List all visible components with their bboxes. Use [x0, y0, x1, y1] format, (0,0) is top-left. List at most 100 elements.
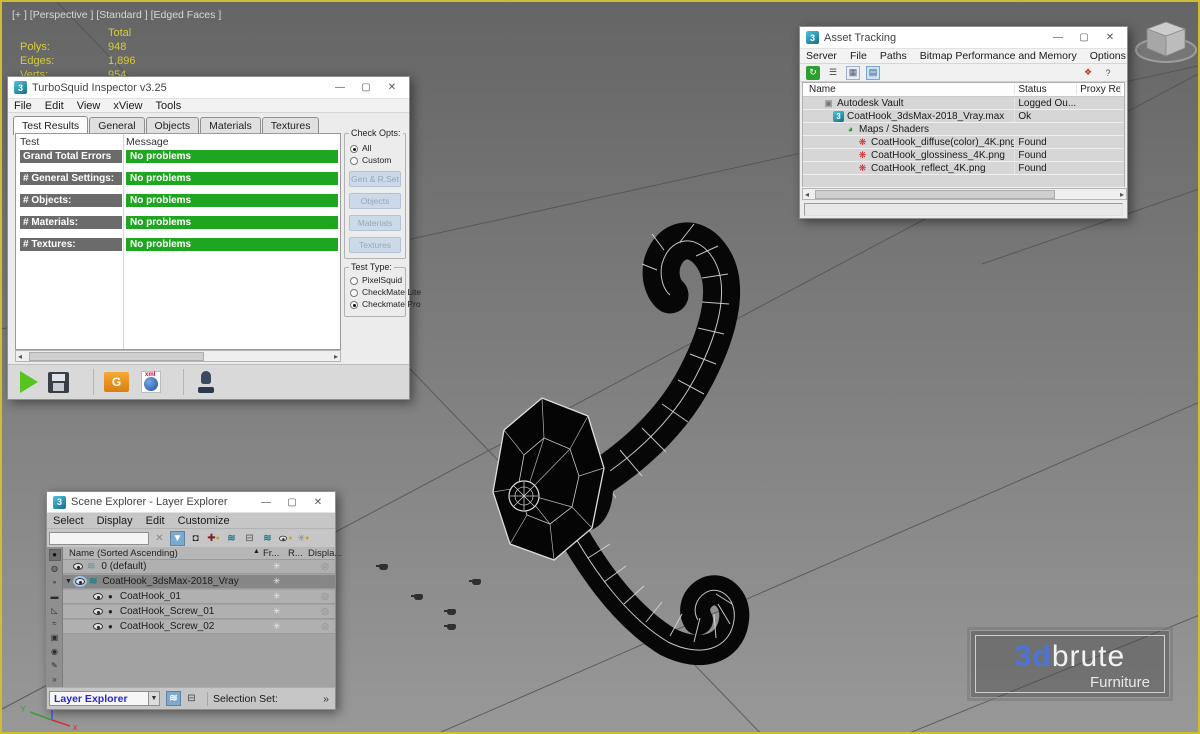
eye-icon[interactable] [93, 623, 103, 630]
menu-view[interactable]: View [77, 100, 101, 112]
table-row[interactable]: # General Settings: No problems [16, 172, 340, 185]
filter-lights-icon[interactable]: ⚬ [49, 577, 61, 589]
menu-select[interactable]: Select [53, 515, 84, 527]
radio-checkmate-pro[interactable]: Checkmate Pro [350, 299, 402, 309]
turbosquid-titlebar[interactable]: 3 TurboSquid Inspector v3.25 — ▢ ✕ [8, 77, 409, 99]
asset-tracking-titlebar[interactable]: 3 Asset Tracking — ▢ ✕ [800, 27, 1127, 49]
scrollbar-thumb[interactable] [815, 190, 1055, 199]
explorer-mode-combo[interactable]: Layer Explorer [49, 691, 149, 706]
textures-button[interactable]: Textures [349, 237, 401, 253]
scroll-right-icon[interactable]: ▸ [334, 352, 340, 361]
asset-row-bitmap[interactable]: ❋CoatHook_diffuse(color)_4K.png Found [803, 136, 1124, 149]
menu-file[interactable]: File [14, 100, 32, 112]
scene-explorer-window[interactable]: 3 Scene Explorer - Layer Explorer — ▢ ✕ … [46, 491, 336, 710]
hide-layer-icon[interactable]: ● [278, 531, 293, 546]
info-list-icon[interactable]: ☰ [826, 66, 840, 80]
turbosquid-inspector-window[interactable]: 3 TurboSquid Inspector v3.25 — ▢ ✕ File … [7, 76, 410, 400]
menu-tools[interactable]: Tools [156, 100, 182, 112]
object-row[interactable]: ● CoatHook_01 ✳ ◎ [63, 590, 335, 604]
column-header-frozen[interactable]: Fr... [263, 548, 279, 559]
radio-all[interactable]: All [350, 143, 402, 153]
column-header-name[interactable]: Name (Sorted Ascending) [69, 548, 178, 559]
filter-bones-icon[interactable]: ✎ [49, 659, 61, 671]
freeze-icon[interactable]: ✳ [273, 621, 281, 632]
asset-row-maxfile[interactable]: 3CoatHook_3dsMax-2018_Vray.max Ok [803, 110, 1124, 123]
table-row[interactable]: # Textures: No problems [16, 238, 340, 251]
render-teapot-icon[interactable] [447, 624, 456, 630]
column-header-name[interactable]: Name [803, 84, 1014, 95]
viewcube[interactable] [1128, 8, 1200, 72]
asset-row-vault[interactable]: ▣Autodesk Vault Logged Ou... [803, 97, 1124, 110]
menu-customize[interactable]: Customize [178, 515, 230, 527]
export-xml-icon[interactable]: xml [141, 371, 161, 393]
maximize-icon[interactable]: ▢ [1071, 28, 1097, 48]
asset-tracking-window[interactable]: 3 Asset Tracking — ▢ ✕ Server File Paths… [799, 26, 1128, 219]
menu-xview[interactable]: xView [113, 100, 142, 112]
checkmate-stamp-icon[interactable] [198, 371, 214, 393]
menu-edit[interactable]: Edit [146, 515, 165, 527]
layer-list-header[interactable]: Name (Sorted Ascending) ▲ Fr... R... Dis… [63, 547, 335, 560]
table-row[interactable]: # Materials: No problems [16, 216, 340, 229]
search-input[interactable] [49, 532, 149, 545]
render-teapot-icon[interactable] [414, 594, 423, 600]
hierarchy-mode-icon[interactable]: ⊟ [184, 691, 199, 706]
filter-containers-icon[interactable]: ◉ [49, 646, 61, 658]
eye-icon[interactable] [75, 578, 85, 585]
scroll-left-icon[interactable]: ◂ [16, 352, 22, 361]
clear-search-icon[interactable]: ✕ [152, 531, 167, 546]
gen-rset-button[interactable]: Gen & R.Set [349, 171, 401, 187]
minimize-icon[interactable]: — [253, 492, 279, 512]
menu-options[interactable]: Options [1090, 50, 1126, 62]
table-view-icon[interactable]: ▤ [866, 66, 880, 80]
menu-edit[interactable]: Edit [45, 100, 64, 112]
display-icon[interactable]: ◎ [321, 576, 329, 587]
viewport-label[interactable]: [+ ] [Perspective ] [Standard ] [Edged F… [12, 9, 221, 21]
filter-funnel-icon[interactable]: ▼ [170, 531, 185, 546]
layer-row-selected[interactable]: ▼ ≋ CoatHook_3dsMax-2018_Vray ✳ ◎ [63, 575, 335, 589]
render-teapot-icon[interactable] [472, 579, 481, 585]
column-header-render[interactable]: R... [288, 548, 303, 559]
column-header-proxy[interactable]: Proxy Reso... [1076, 84, 1120, 95]
filter-spacewarps-icon[interactable]: ≈ [49, 618, 61, 630]
freeze-icon[interactable]: ✳ [273, 576, 281, 587]
help-icon[interactable]: ? [1101, 66, 1115, 80]
table-row[interactable]: Grand Total Errors No problems [16, 150, 340, 163]
display-icon[interactable]: ◎ [321, 591, 329, 602]
run-tests-icon[interactable] [20, 371, 38, 393]
radio-checkmate-lite[interactable]: CheckMate Lite [350, 287, 402, 297]
column-header-status[interactable]: Status [1014, 84, 1076, 95]
filter-cameras-icon[interactable]: ▬ [49, 590, 61, 602]
render-teapot-icon[interactable] [379, 564, 388, 570]
render-teapot-icon[interactable] [447, 609, 456, 615]
combo-dropdown-icon[interactable]: ▼ [149, 691, 160, 706]
freeze-layer-icon[interactable]: ✳● [296, 531, 311, 546]
3dsmax-perspective-viewport[interactable]: [+ ] [Perspective ] [Standard ] [Edged F… [0, 0, 1200, 734]
filter-geometry-icon[interactable]: ● [49, 549, 61, 561]
add-to-layer-icon[interactable]: ≋ [224, 531, 239, 546]
column-header-p[interactable]: P [1120, 84, 1124, 95]
close-icon[interactable]: ✕ [305, 492, 331, 512]
rail-more-chevrons[interactable]: » [49, 673, 61, 685]
freeze-icon[interactable]: ✳ [273, 591, 281, 602]
menu-paths[interactable]: Paths [880, 50, 907, 62]
object-row[interactable]: ● CoatHook_Screw_01 ✳ ◎ [63, 605, 335, 619]
close-icon[interactable]: ✕ [1097, 28, 1123, 48]
asset-row-bitmap[interactable]: ❋CoatHook_reflect_4K.png Found [803, 162, 1124, 175]
refresh-icon[interactable]: ↻ [806, 66, 820, 80]
save-icon[interactable] [48, 372, 69, 393]
filter-helpers-icon[interactable]: ◺ [49, 604, 61, 616]
display-icon[interactable]: ◎ [321, 561, 329, 572]
freeze-icon[interactable]: ✳ [273, 606, 281, 617]
add-layer-icon[interactable]: ✚● [206, 531, 221, 546]
minimize-icon[interactable]: — [327, 78, 353, 98]
minimize-icon[interactable]: — [1045, 28, 1071, 48]
table-row[interactable]: # Objects: No problems [16, 194, 340, 207]
eye-icon[interactable] [93, 608, 103, 615]
asset-table[interactable]: Name Status Proxy Reso... P ▣Autodesk Va… [802, 82, 1125, 187]
thumbnail-view-icon[interactable]: ▦ [846, 66, 860, 80]
object-row[interactable]: ● CoatHook_Screw_02 ✳ ◎ [63, 620, 335, 634]
filter-groups-icon[interactable]: ▣ [49, 632, 61, 644]
lock-icon[interactable]: ◘ [188, 531, 203, 546]
open-max-scene-icon[interactable]: G [104, 372, 129, 392]
column-header-test[interactable]: Test [20, 136, 39, 148]
